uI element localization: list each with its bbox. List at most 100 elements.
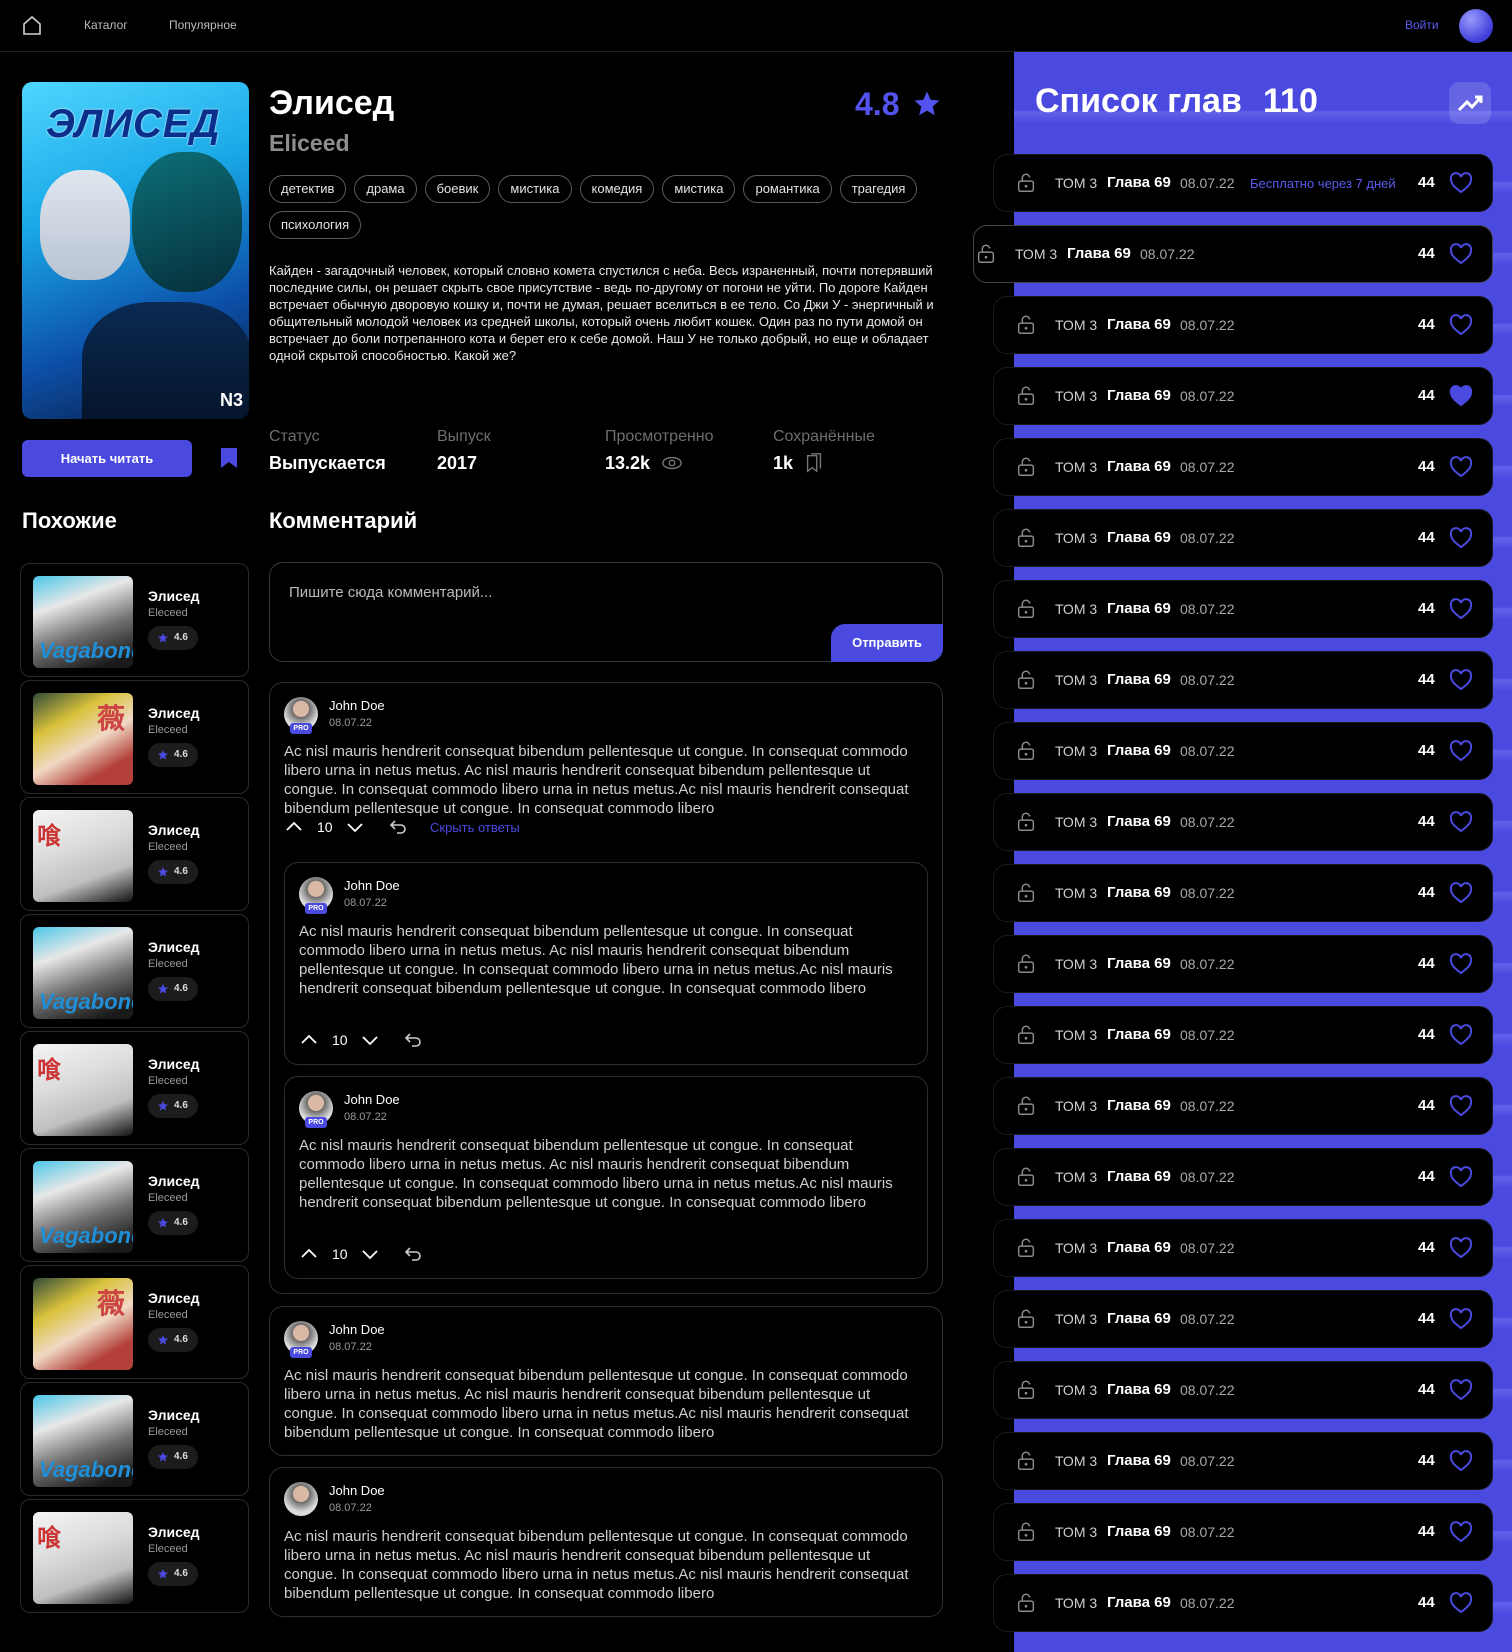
heart-icon[interactable] [1449, 1592, 1473, 1614]
heart-icon[interactable] [1449, 527, 1473, 549]
chapter-row[interactable]: ТОМ 3 Глава 69 08.07.22 44 [993, 1219, 1493, 1277]
chapter-row[interactable]: ТОМ 3 Глава 69 08.07.22 44 [993, 509, 1493, 567]
user-avatar[interactable] [1459, 9, 1493, 43]
similar-card[interactable]: Vagabond Элисед Eleceed 4.6 [20, 563, 249, 677]
chapter-row[interactable]: ТОМ 3 Глава 69 08.07.22 44 [993, 438, 1493, 496]
login-link[interactable]: Войти [1405, 18, 1439, 32]
chapter-title: Глава 69 [1107, 1239, 1171, 1256]
similar-card[interactable]: 喰 Элисед Eleceed 4.6 [20, 1499, 249, 1613]
reply-icon[interactable] [404, 1245, 422, 1263]
tag[interactable]: боевик [424, 175, 491, 203]
chapter-row[interactable]: ТОМ 3 Глава 69 08.07.22 44 [993, 296, 1493, 354]
chapter-date: 08.07.22 [1180, 459, 1235, 475]
heart-icon[interactable] [1449, 669, 1473, 691]
lock-icon [1017, 1096, 1035, 1115]
tag[interactable]: мистика [662, 175, 736, 203]
heart-icon[interactable] [1449, 740, 1473, 762]
chapter-volume: ТОМ 3 [1055, 175, 1098, 191]
tag[interactable]: трагедия [839, 175, 918, 203]
nav-popular[interactable]: Популярное [169, 18, 237, 32]
chapter-row[interactable]: ТОМ 3 Глава 69 08.07.22 44 [993, 1574, 1493, 1632]
chapter-likes: 44 [1418, 1168, 1435, 1185]
similar-card[interactable]: 薇 Элисед Eleceed 4.6 [20, 680, 249, 794]
chapter-volume: ТОМ 3 [1055, 672, 1098, 688]
heart-icon[interactable] [1449, 1450, 1473, 1472]
heart-icon[interactable] [1449, 598, 1473, 620]
downvote-icon[interactable] [361, 1245, 379, 1263]
chapter-volume: ТОМ 3 [1055, 1595, 1098, 1611]
downvote-icon[interactable] [346, 818, 364, 836]
similar-card[interactable]: 喰 Элисед Eleceed 4.6 [20, 1031, 249, 1145]
heart-icon[interactable] [1449, 1166, 1473, 1188]
heart-icon[interactable] [1449, 172, 1473, 194]
bookmark-icon[interactable] [220, 447, 238, 469]
heart-icon[interactable] [1449, 314, 1473, 336]
tag[interactable]: комедия [579, 175, 655, 203]
tag[interactable]: психология [269, 211, 362, 239]
similar-card[interactable]: Vagabond Элисед Eleceed 4.6 [20, 1382, 249, 1496]
tag[interactable]: детектив [269, 175, 347, 203]
heart-icon[interactable] [1449, 811, 1473, 833]
chapter-volume: ТОМ 3 [1055, 1311, 1098, 1327]
heart-icon[interactable] [1449, 953, 1473, 975]
chapter-likes: 44 [1418, 1310, 1435, 1327]
chapter-row[interactable]: ТОМ 3 Глава 69 08.07.22 44 [993, 722, 1493, 780]
comments-heading: Комментарий [269, 508, 418, 533]
comment-input[interactable]: Пишите сюда комментарий... Отправить [269, 562, 943, 662]
reply-icon[interactable] [389, 818, 407, 836]
heart-icon[interactable] [1449, 456, 1473, 478]
chapter-row[interactable]: ТОМ 3 Глава 69 08.07.22 44 [993, 1290, 1493, 1348]
chapter-row[interactable]: ТОМ 3 Глава 69 08.07.22 44 [993, 651, 1493, 709]
similar-title: Элисед [148, 822, 200, 838]
chapter-row[interactable]: ТОМ 3 Глава 69 08.07.22 44 [993, 1006, 1493, 1064]
heart-icon[interactable] [1449, 243, 1473, 265]
chapter-row[interactable]: ТОМ 3 Глава 69 08.07.22 44 [993, 1361, 1493, 1419]
nav-catalog[interactable]: Каталог [84, 18, 128, 32]
heart-icon[interactable] [1449, 1095, 1473, 1117]
chapter-row[interactable]: ТОМ 3 Глава 69 08.07.22 44 [993, 935, 1493, 993]
downvote-icon[interactable] [361, 1031, 379, 1049]
heart-icon[interactable] [1449, 1379, 1473, 1401]
chapter-row[interactable]: ТОМ 3 Глава 69 08.07.22 44 [993, 1432, 1493, 1490]
tag[interactable]: мистика [498, 175, 572, 203]
heart-icon[interactable] [1449, 1308, 1473, 1330]
chapter-row[interactable]: ТОМ 3 Глава 69 08.07.22 44 [993, 580, 1493, 638]
heart-icon[interactable] [1449, 385, 1473, 407]
chapter-volume: ТОМ 3 [1055, 1169, 1098, 1185]
chapter-row[interactable]: ТОМ 3 Глава 69 08.07.22 44 [993, 1077, 1493, 1135]
upvote-icon[interactable] [300, 1031, 318, 1049]
send-button[interactable]: Отправить [831, 624, 943, 662]
similar-card[interactable]: 喰 Элисед Eleceed 4.6 [20, 797, 249, 911]
similar-rating: 4.6 [148, 626, 198, 650]
similar-cover: 薇 [33, 1278, 133, 1370]
chapter-row[interactable]: ТОМ 3 Глава 69 08.07.22 44 [973, 225, 1493, 283]
trending-button[interactable] [1449, 82, 1491, 124]
tag[interactable]: романтика [743, 175, 832, 203]
hide-replies-link[interactable]: Скрыть ответы [430, 820, 520, 835]
chapter-row[interactable]: ТОМ 3 Глава 69 08.07.22 44 [993, 1503, 1493, 1561]
upvote-icon[interactable] [285, 818, 303, 836]
reply-icon[interactable] [404, 1031, 422, 1049]
home-icon[interactable] [20, 14, 44, 38]
lock-icon [1017, 1522, 1035, 1541]
chapter-row[interactable]: ТОМ 3 Глава 69 08.07.22 44 [993, 1148, 1493, 1206]
chapter-row[interactable]: ТОМ 3 Глава 69 08.07.22 44 [993, 864, 1493, 922]
heart-icon[interactable] [1449, 1237, 1473, 1259]
heart-icon[interactable] [1449, 882, 1473, 904]
upvote-icon[interactable] [300, 1245, 318, 1263]
heart-icon[interactable] [1449, 1024, 1473, 1046]
chapter-row[interactable]: ТОМ 3 Глава 69 08.07.22 44 [993, 367, 1493, 425]
tag[interactable]: драма [354, 175, 417, 203]
chapter-row[interactable]: ТОМ 3 Глава 69 08.07.22 44 [993, 793, 1493, 851]
vote-count: 10 [332, 1032, 348, 1048]
similar-card[interactable]: Vagabond Элисед Eleceed 4.6 [20, 1148, 249, 1262]
similar-card[interactable]: 薇 Элисед Eleceed 4.6 [20, 1265, 249, 1379]
heart-icon[interactable] [1449, 1521, 1473, 1543]
star-icon [158, 867, 168, 877]
start-reading-button[interactable]: Начать читать [22, 440, 192, 477]
similar-card[interactable]: Vagabond Элисед Eleceed 4.6 [20, 914, 249, 1028]
similar-rating: 4.6 [148, 1211, 198, 1235]
chapter-title: Глава 69 [1107, 600, 1171, 617]
similar-rating: 4.6 [148, 977, 198, 1001]
chapter-row[interactable]: ТОМ 3 Глава 69 08.07.22 Бесплатно через 7 д… [993, 154, 1493, 212]
